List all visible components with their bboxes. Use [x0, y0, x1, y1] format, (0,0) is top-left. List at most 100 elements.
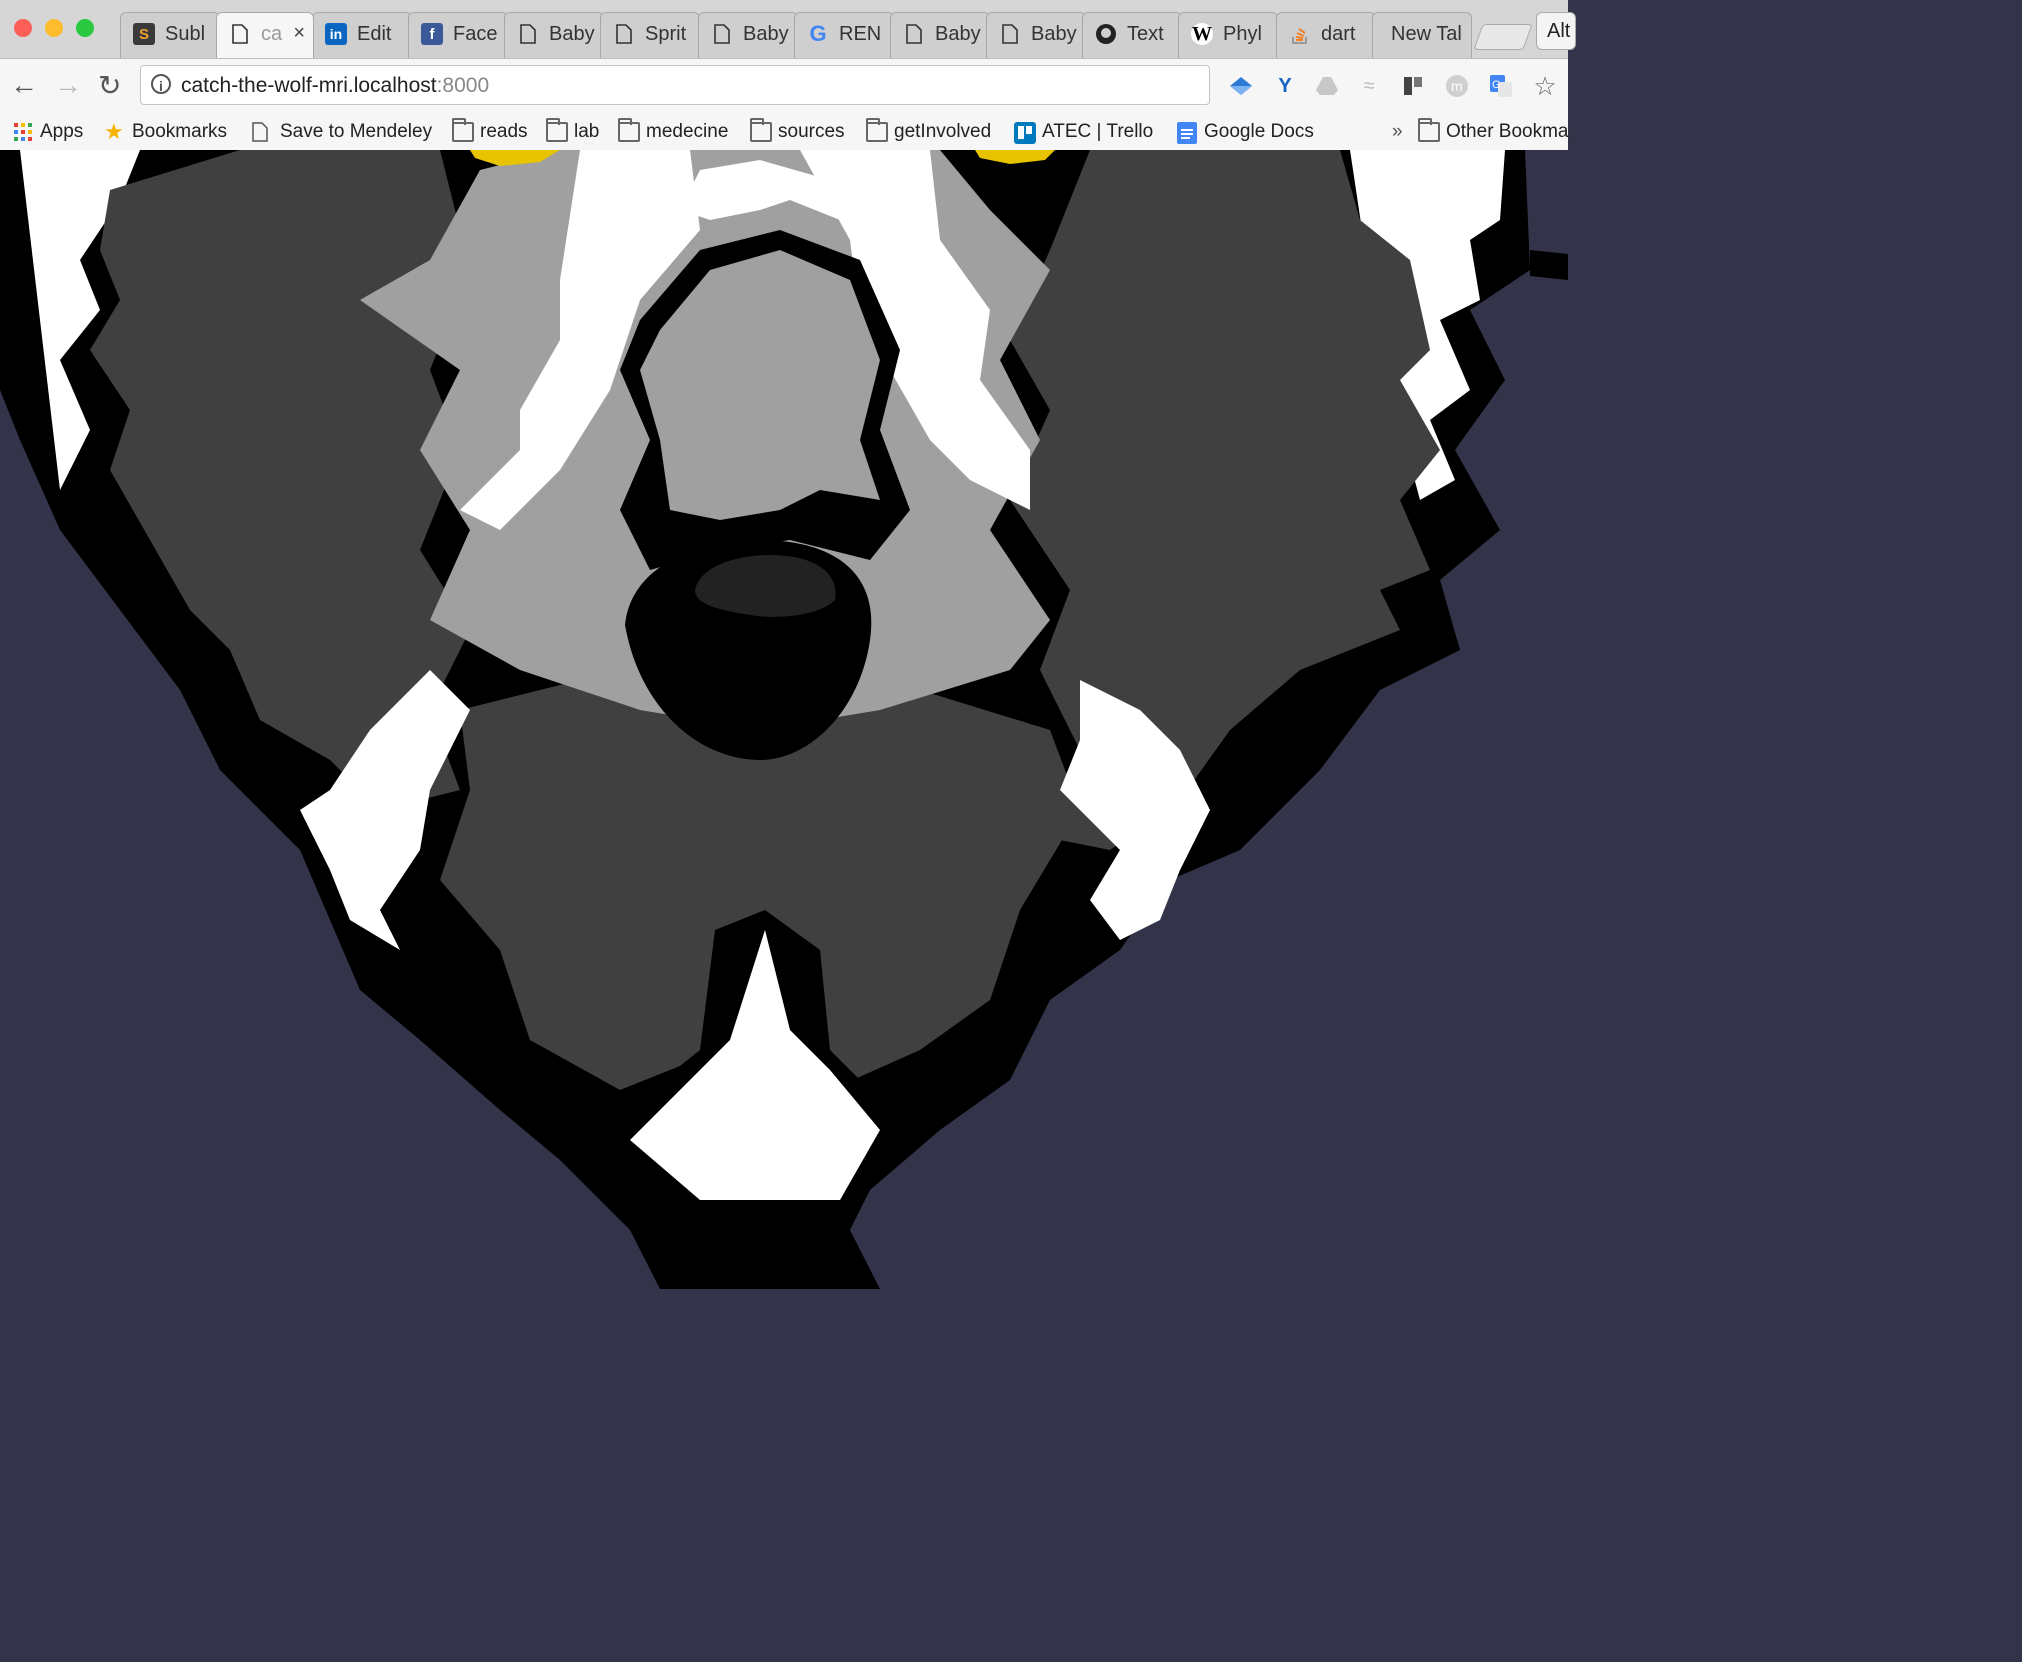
tab-strip: S Subl ca × in Edit f Face Baby Sprit Ba… [0, 0, 1576, 58]
google-docs-icon [1176, 122, 1198, 144]
maximize-window-button[interactable] [76, 19, 94, 37]
close-tab-icon[interactable]: × [293, 22, 305, 45]
url-text: catch-the-wolf-mri.localhost:8000 [181, 74, 489, 98]
tab-wikipedia[interactable]: W Phyl [1178, 12, 1278, 58]
stackoverflow-icon [1289, 23, 1311, 45]
tab-label: Phyl [1223, 23, 1262, 45]
folder-icon [452, 118, 474, 142]
page-icon [252, 122, 274, 142]
bookmark-label: Google Docs [1204, 121, 1314, 142]
tab-label: Edit [357, 23, 392, 45]
page-icon [903, 23, 925, 45]
bookmark-apps[interactable]: Apps [12, 117, 83, 147]
folder-icon [750, 118, 772, 142]
tab-label: Baby [743, 23, 789, 45]
info-icon[interactable]: i [151, 74, 171, 94]
wolf-illustration [0, 150, 1568, 1289]
folder-icon [618, 118, 640, 142]
google-icon: G [809, 21, 827, 46]
bookmark-folder-lab[interactable]: lab [546, 117, 599, 147]
new-tab-button[interactable] [1473, 24, 1533, 50]
bookmark-label: getInvolved [894, 121, 992, 142]
bookmark-label: ATEC | Trello [1042, 121, 1154, 142]
page-icon [517, 23, 539, 45]
page-content [0, 150, 1568, 1289]
github-icon [1095, 23, 1117, 45]
wolf-dark-line-right [1530, 250, 1568, 280]
close-window-button[interactable] [14, 19, 32, 37]
bookmark-folder-reads[interactable]: reads [452, 117, 528, 147]
tab-baby-3[interactable]: Baby [890, 12, 990, 58]
bookmark-other-bookmarks[interactable]: Other Bookma [1418, 117, 1569, 147]
bookmark-label: Apps [40, 121, 84, 142]
tab-label: Baby [1031, 23, 1077, 45]
svg-text:G: G [1492, 79, 1501, 91]
tab-sublime[interactable]: S Subl [120, 12, 220, 58]
tab-label: Text [1127, 23, 1164, 45]
tab-new-tab[interactable]: New Tal [1372, 12, 1472, 58]
google-drive-icon[interactable] [1314, 73, 1340, 99]
bookmark-google-docs[interactable]: Google Docs [1176, 117, 1314, 147]
url-port: :8000 [436, 74, 490, 97]
folder-icon [546, 118, 568, 142]
bookmark-folder-sources[interactable]: sources [750, 117, 845, 147]
tab-label: REN [839, 23, 882, 45]
tab-active[interactable]: ca × [216, 12, 314, 58]
sublime-text-icon: S [133, 23, 155, 45]
tab-label: Sprit [645, 23, 687, 45]
extension-columns-icon[interactable] [1400, 73, 1426, 99]
reload-icon[interactable]: ↻ [98, 69, 121, 102]
bookmarks-overflow-button[interactable]: » [1392, 117, 1403, 147]
bookmark-star-icon[interactable]: ☆ [1532, 71, 1558, 101]
tab-linkedin[interactable]: in Edit [312, 12, 412, 58]
apps-grid-icon [12, 122, 34, 142]
page-icon [229, 23, 251, 45]
bookmark-label: Save to Mendeley [280, 121, 433, 142]
linkedin-icon: in [325, 23, 347, 45]
wikipedia-icon: W [1191, 22, 1213, 45]
bookmark-bookmarks[interactable]: ★ Bookmarks [104, 117, 227, 147]
tab-label: dart [1321, 23, 1356, 45]
bookmark-label: Bookmarks [132, 121, 228, 142]
extension-y-icon[interactable]: Y [1272, 73, 1298, 99]
tab-github[interactable]: Text [1082, 12, 1182, 58]
address-bar[interactable]: i catch-the-wolf-mri.localhost:8000 [140, 65, 1210, 105]
bookmark-label: sources [778, 121, 845, 142]
tab-baby-4[interactable]: Baby [986, 12, 1086, 58]
tab-stackoverflow[interactable]: dart [1276, 12, 1376, 58]
google-translate-icon[interactable]: G [1488, 73, 1514, 99]
page-icon [999, 23, 1021, 45]
bookmark-label: medecine [646, 121, 729, 142]
bookmark-save-to-mendeley[interactable]: Save to Mendeley [252, 117, 432, 147]
tab-baby-2[interactable]: Baby [698, 12, 798, 58]
page-icon [711, 23, 733, 45]
bookmark-folder-getinvolved[interactable]: getInvolved [866, 117, 991, 147]
tab-label: ca [261, 23, 283, 45]
trello-icon [1014, 122, 1036, 144]
tab-label: Face [453, 23, 498, 45]
tab-label: New Tal [1391, 23, 1462, 45]
extension-handshake-icon[interactable]: ≈ [1356, 73, 1382, 99]
bookmark-label: lab [574, 121, 600, 142]
folder-icon [866, 118, 888, 142]
tab-label: Baby [549, 23, 595, 45]
forward-arrow-icon[interactable]: → [54, 69, 82, 101]
bookmark-folder-medecine[interactable]: medecine [618, 117, 728, 147]
tab-baby-1[interactable]: Baby [504, 12, 604, 58]
facebook-icon: f [421, 23, 443, 45]
star-icon: ★ [104, 119, 124, 144]
bookmark-label: reads [480, 121, 528, 142]
bookmarks-bar: Apps ★ Bookmarks Save to Mendeley reads … [0, 114, 1569, 151]
back-arrow-icon[interactable]: ← [10, 69, 38, 101]
tab-sprite[interactable]: Sprit [600, 12, 700, 58]
profile-button[interactable]: Alt [1536, 12, 1576, 50]
toolbar: ← → ↻ i catch-the-wolf-mri.localhost:800… [0, 58, 1568, 115]
url-host: catch-the-wolf-mri.localhost [181, 74, 437, 97]
tab-facebook[interactable]: f Face [408, 12, 508, 58]
minimize-window-button[interactable] [45, 19, 63, 37]
bookmark-trello[interactable]: ATEC | Trello [1014, 117, 1153, 147]
browser-chrome: S Subl ca × in Edit f Face Baby Sprit Ba… [0, 0, 1576, 151]
tab-google[interactable]: G REN [794, 12, 894, 58]
mendeley-icon[interactable]: m [1444, 73, 1470, 99]
extension-diamond-icon[interactable] [1228, 73, 1254, 99]
